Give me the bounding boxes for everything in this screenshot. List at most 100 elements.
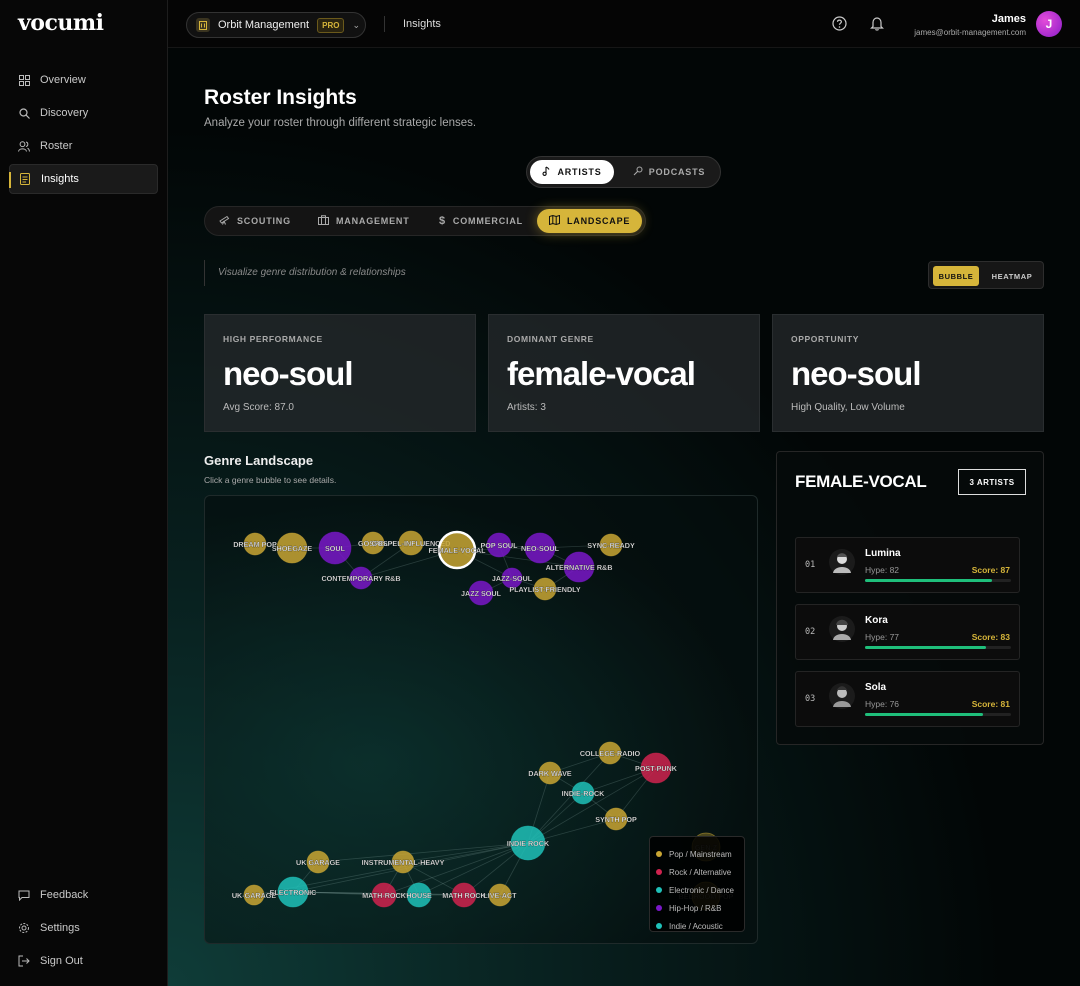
sidebar-item-label: Feedback — [40, 889, 89, 901]
sidebar-item-settings[interactable]: Settings — [9, 913, 158, 943]
genre-bubble-label: PLAYLIST-FRIENDLY — [509, 585, 581, 594]
genre-bubble[interactable]: SHOEGAZE — [272, 532, 313, 564]
tab-artists[interactable]: ARTISTS — [530, 160, 614, 184]
genre-bubble[interactable]: NEO-SOUL — [521, 532, 560, 564]
artist-row[interactable]: 01 Lumina Hype: 82 Score: 87 — [795, 537, 1020, 593]
legend-label: Electronic / Dance — [669, 885, 734, 895]
artist-avatar-icon — [829, 683, 855, 709]
genre-bubble-label: DARK WAVE — [528, 769, 572, 778]
genre-bubble-label: JAZZ-SOUL — [492, 574, 533, 583]
genre-bubble[interactable]: UK GARAGE — [296, 850, 340, 874]
score-bar — [865, 713, 1011, 716]
artist-count-badge[interactable]: 3 ARTISTS — [958, 469, 1026, 495]
artist-avatar-icon — [829, 549, 855, 575]
page-subtitle: Analyze your roster through different st… — [204, 117, 477, 129]
genre-graph: DREAM POP SHOEGAZE SOUL GOSPEL GOSPEL-INFLUE… — [204, 495, 758, 944]
tab-label: COMMERCIAL — [452, 216, 523, 226]
legend-label: Indie / Acoustic — [669, 921, 723, 931]
genre-bubble[interactable]: LIVE-ACT — [483, 883, 517, 907]
legend-dot — [656, 905, 662, 911]
artist-hype: Hype: 76 — [865, 699, 900, 709]
sidebar-item-label: Sign Out — [40, 955, 83, 967]
map-icon — [549, 214, 560, 227]
genre-bubble[interactable]: JAZZ SOUL — [461, 580, 502, 606]
genre-bubble-label: MATH-ROCK — [362, 891, 407, 900]
genre-bubble-label: LIVE-ACT — [483, 891, 517, 900]
main-content: Roster Insights Analyze your roster thro… — [168, 48, 1080, 986]
tab-label: PODCASTS — [648, 167, 706, 177]
stat-value: female-vocal — [507, 355, 696, 392]
chevron-down-icon: ⌄ — [352, 19, 360, 30]
genre-bubble[interactable]: DREAM POP — [233, 532, 277, 556]
tab-management[interactable]: MANAGEMENT — [318, 209, 410, 233]
artist-rank: 02 — [805, 627, 816, 637]
genre-landscape-subtitle: Click a genre bubble to see details. — [204, 475, 337, 485]
stat-sub: Avg Score: 87.0 — [223, 402, 294, 413]
microphone-icon — [633, 166, 643, 178]
stat-sub: Artists: 3 — [507, 402, 546, 413]
genre-bubble[interactable]: INDIE-ROCK — [561, 781, 606, 805]
grid-icon — [18, 74, 30, 86]
genre-detail-panel: FEMALE-VOCAL 3 ARTISTS 01 Lumina Hype: 8… — [776, 451, 1044, 745]
genre-bubble[interactable]: HOUSE — [406, 882, 432, 908]
sidebar-item-label: Settings — [40, 922, 80, 934]
stat-label: OPPORTUNITY — [791, 334, 859, 344]
genre-bubble[interactable]: SOUL — [318, 531, 352, 565]
sidebar-item-insights[interactable]: Insights — [9, 164, 158, 194]
sidebar-item-signout[interactable]: Sign Out — [9, 946, 158, 976]
genre-detail-title: FEMALE-VOCAL — [795, 472, 927, 491]
help-icon[interactable] — [832, 16, 848, 32]
app-logo[interactable]: vocumi — [18, 10, 104, 36]
genre-bubble-label: SYNTH POP — [595, 815, 637, 824]
genre-bubble[interactable]: FEMALE-VOCAL — [428, 530, 486, 570]
signout-icon — [18, 955, 30, 967]
view-bubble-button[interactable]: BUBBLE — [933, 266, 979, 286]
genre-bubble[interactable]: MATH-ROCK — [362, 882, 407, 908]
genre-bubble[interactable]: COLLEGE-RADIO — [580, 741, 641, 765]
artist-name: Sola — [865, 682, 887, 693]
artist-hype: Hype: 82 — [865, 565, 900, 575]
genre-bubble[interactable]: POP SOUL — [480, 532, 518, 558]
legend-dot — [656, 887, 662, 893]
legend-label: Rock / Alternative — [669, 867, 732, 877]
tab-commercial[interactable]: $ COMMERCIAL — [439, 209, 523, 233]
user-email: james@orbit-management.com — [914, 28, 1026, 37]
genre-bubble[interactable]: ALTERNATIVE R&B — [545, 551, 613, 583]
sidebar-item-feedback[interactable]: Feedback — [9, 880, 158, 910]
legend-dot — [656, 851, 662, 857]
org-switcher[interactable]: Orbit Management PRO ⌄ — [186, 12, 366, 38]
sidebar-item-roster[interactable]: Roster — [9, 131, 158, 161]
artist-row[interactable]: 02 Kora Hype: 77 Score: 83 — [795, 604, 1020, 660]
genre-bubble[interactable]: DARK WAVE — [528, 761, 572, 785]
building-icon — [196, 18, 210, 32]
divider — [384, 16, 385, 32]
user-name: James — [991, 13, 1026, 25]
genre-bubble-label: INSTRUMENTAL-HEAVY — [362, 858, 445, 867]
genre-bubble-label: INDIE-ROCK — [562, 789, 606, 798]
genre-bubble[interactable]: SYNC-READY — [587, 533, 635, 557]
genre-bubble-label: UK GARAGE — [296, 858, 340, 867]
tab-landscape[interactable]: LANDSCAPE — [537, 209, 643, 233]
score-bar-fill — [865, 713, 984, 716]
score-bar — [865, 646, 1011, 649]
genre-bubble-label: COLLEGE-RADIO — [580, 749, 641, 758]
artist-row[interactable]: 03 Sola Hype: 76 Score: 81 — [795, 671, 1020, 727]
view-toggle: BUBBLE HEATMAP — [928, 261, 1044, 289]
stat-sub: High Quality, Low Volume — [791, 402, 905, 413]
sidebar-item-overview[interactable]: Overview — [9, 65, 158, 95]
tab-scouting[interactable]: SCOUTING — [219, 209, 291, 233]
genre-bubble[interactable]: POST-PUNK — [635, 752, 678, 784]
sidebar-item-discovery[interactable]: Discovery — [9, 98, 158, 128]
avatar[interactable]: J — [1036, 11, 1062, 37]
tab-label: SCOUTING — [237, 216, 291, 226]
artist-hype: Hype: 77 — [865, 632, 900, 642]
genre-bubble-label: JAZZ SOUL — [461, 589, 502, 598]
bell-icon[interactable] — [870, 16, 886, 32]
genre-bubble[interactable]: INSTRUMENTAL-HEAVY — [361, 850, 445, 874]
genre-bubble[interactable]: SYNTH POP — [595, 807, 637, 831]
tab-podcasts[interactable]: PODCASTS — [623, 160, 715, 184]
view-heatmap-button[interactable]: HEATMAP — [985, 266, 1039, 286]
sidebar-item-label: Roster — [40, 140, 73, 152]
graph-edges — [253, 542, 657, 896]
genre-bubble[interactable]: ELECTRONIC — [269, 876, 317, 908]
